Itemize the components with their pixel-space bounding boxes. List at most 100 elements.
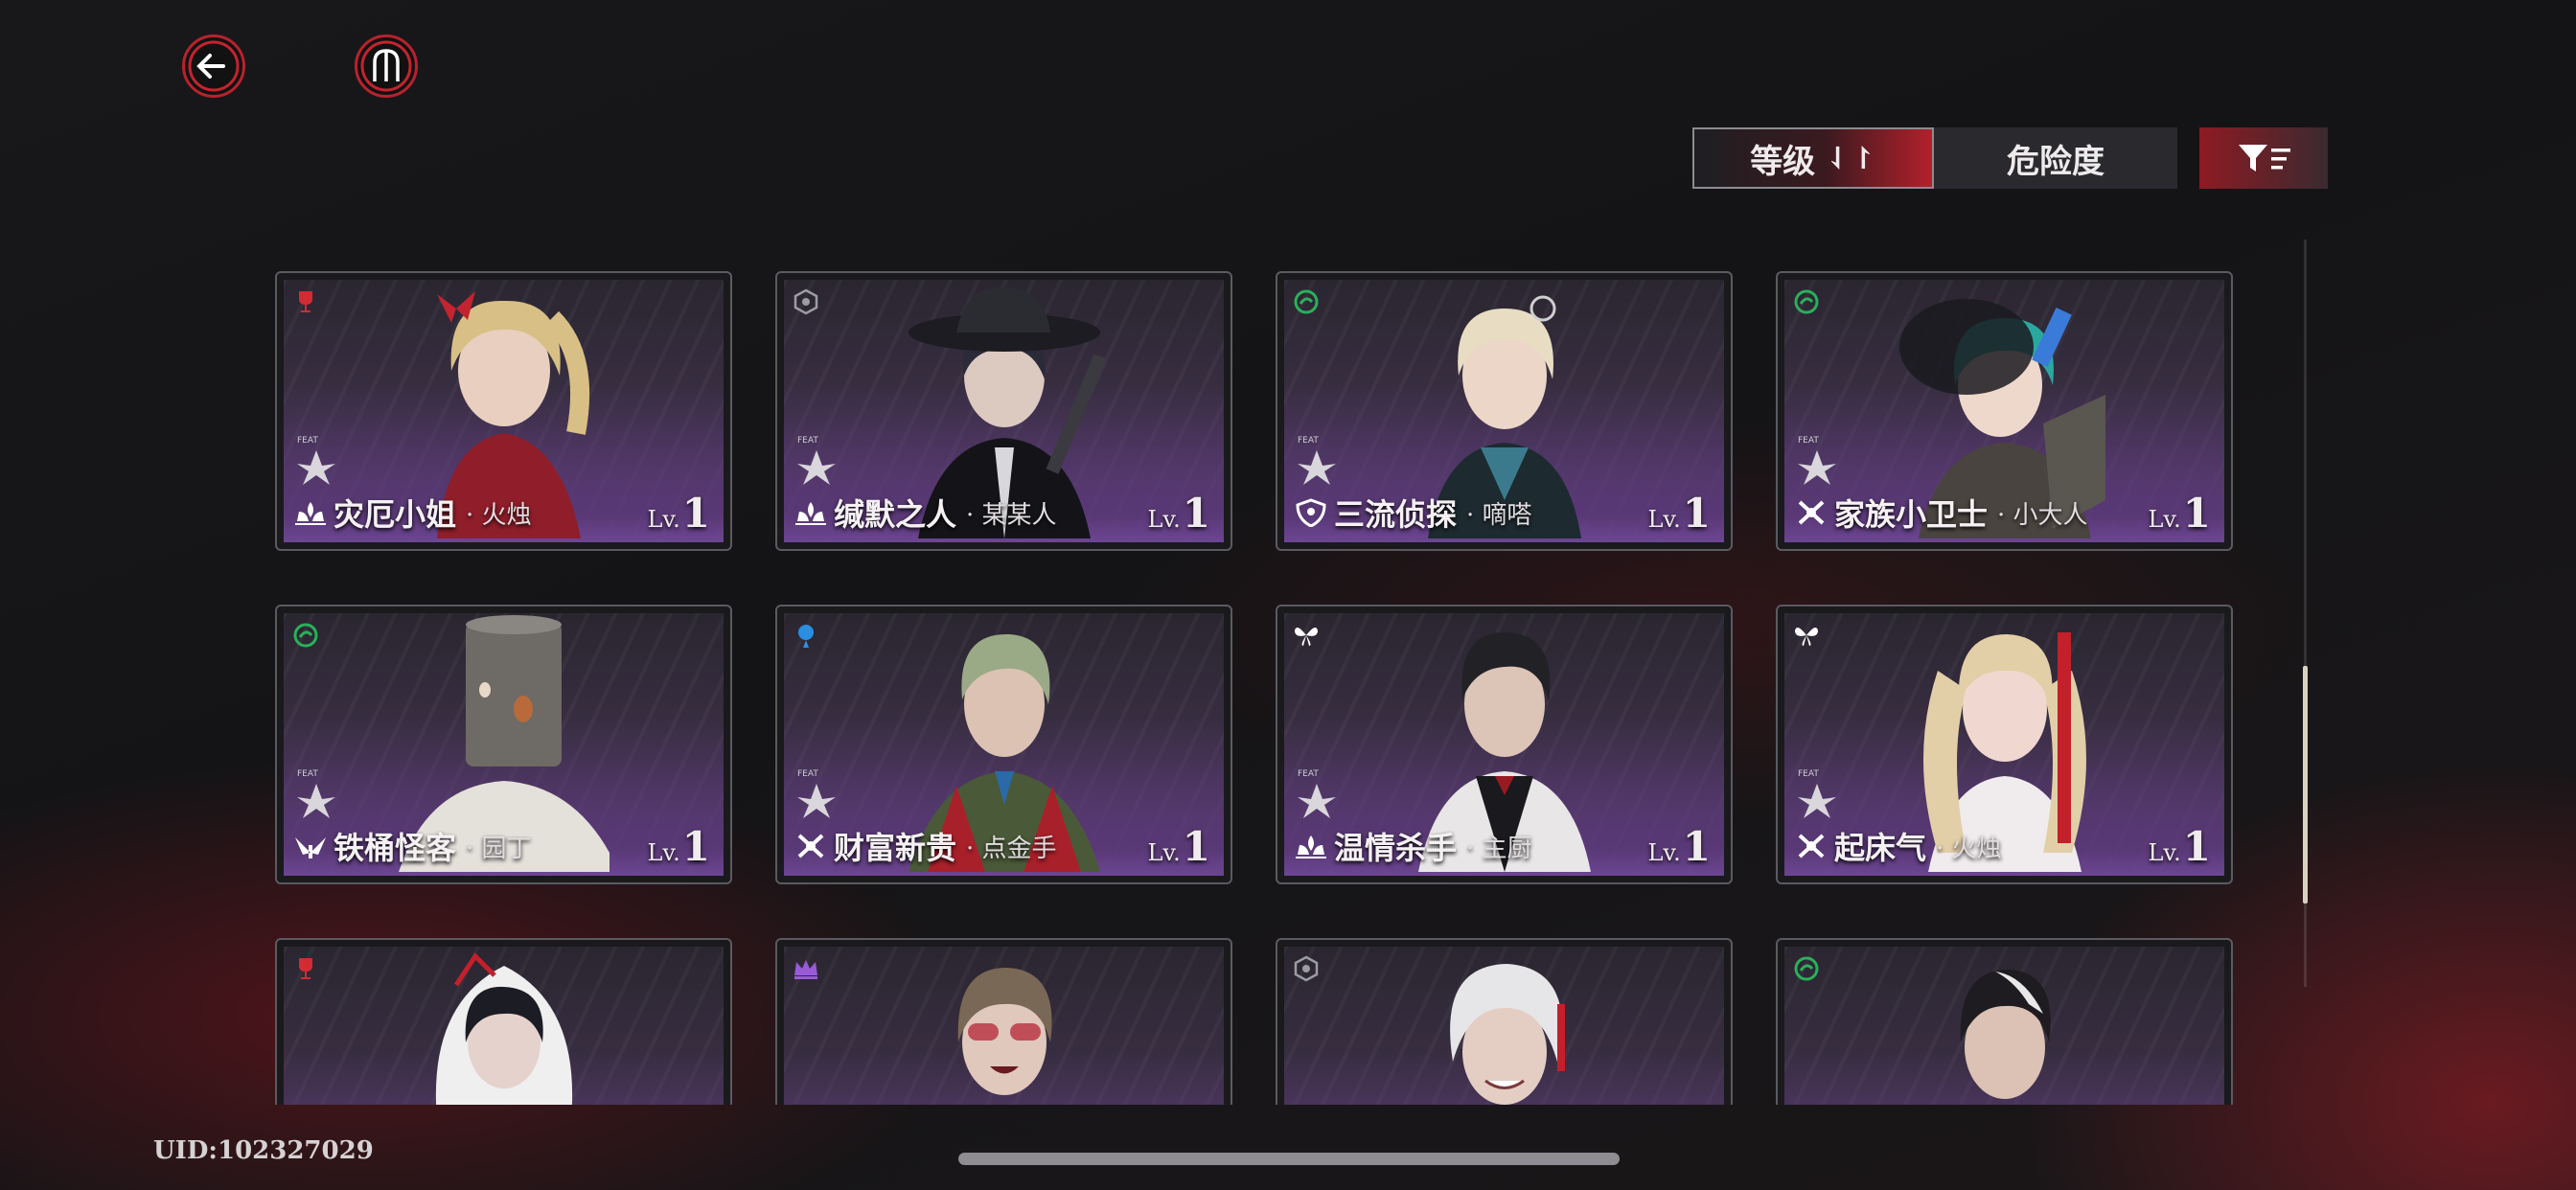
card-art xyxy=(1284,947,1724,1105)
feat-emblem-icon: FEAT xyxy=(297,436,335,485)
character-name: 三流侦探 xyxy=(1334,496,1458,533)
feat-emblem-icon: FEAT xyxy=(297,769,335,818)
crossed-blades-icon xyxy=(1798,500,1825,525)
crossed-blades-icon xyxy=(1798,834,1825,858)
scrollbar-thumb[interactable] xyxy=(2303,666,2308,904)
crossed-blades-icon xyxy=(797,834,824,858)
sort-direction-icon: ⇃↾ xyxy=(1825,140,1876,176)
character-name: 财富新贵 xyxy=(834,830,957,866)
red-goblet-icon xyxy=(299,958,312,979)
svg-text:FEAT: FEAT xyxy=(797,436,818,446)
white-butterfly-icon xyxy=(1795,627,1818,646)
sort-tabs: 等级 ⇃↾ 危险度 xyxy=(1692,127,2177,189)
card-art xyxy=(784,947,1224,1105)
character-level: Lv.1 xyxy=(1647,490,1711,537)
svg-text:FEAT: FEAT xyxy=(1298,436,1319,446)
flame-lotus-icon xyxy=(795,502,826,525)
feat-emblem-icon: FEAT xyxy=(1798,769,1836,818)
character-level: Lv.1 xyxy=(1147,823,1210,870)
character-name: 温情杀手 xyxy=(1334,830,1458,866)
menu-button[interactable] xyxy=(355,34,418,98)
card-art: FEAT 家族小卫士 · 小大人 Lv.1 xyxy=(1784,280,2224,542)
character-name: 铁桶怪客 xyxy=(334,830,457,866)
back-arrow-icon xyxy=(188,40,240,92)
feat-emblem-icon: FEAT xyxy=(1798,436,1836,485)
character-card[interactable]: FEAT 缄默之人 · 某某人 Lv.1 xyxy=(775,271,1232,551)
sort-by-level-button[interactable]: 等级 ⇃↾ xyxy=(1692,127,1934,189)
card-art xyxy=(1784,947,2224,1105)
card-art: FEAT 起床气 · 火烛 Lv.1 xyxy=(1784,613,2224,876)
character-card[interactable] xyxy=(275,938,732,1105)
character-portrait xyxy=(1450,964,1565,1105)
character-card[interactable]: FEAT 温情杀手 · 主厨 Lv.1 xyxy=(1276,605,1733,884)
flame-lotus-icon xyxy=(1296,835,1326,858)
feat-emblem-icon: FEAT xyxy=(797,769,836,818)
character-name: 起床气 xyxy=(1834,830,1927,866)
character-card[interactable]: FEAT 财富新贵 · 点金手 Lv.1 xyxy=(775,605,1232,884)
character-title: · 火烛 xyxy=(1936,834,2002,863)
card-art: FEAT 三流侦探 · 嘀嗒 Lv.1 xyxy=(1284,280,1724,542)
feat-emblem-icon: FEAT xyxy=(1298,769,1336,818)
character-level: Lv.1 xyxy=(1147,490,1210,537)
character-level: Lv.1 xyxy=(2148,823,2211,870)
green-swirl-icon xyxy=(1794,289,1819,314)
blue-orb-icon xyxy=(798,625,814,648)
user-id-label: UID:102327029 xyxy=(153,1136,374,1165)
grey-badge-icon xyxy=(794,288,818,315)
card-art: FEAT 缄默之人 · 某某人 Lv.1 xyxy=(784,280,1224,542)
home-indicator[interactable] xyxy=(958,1153,1620,1165)
character-grid[interactable]: FEAT 灾厄小姐 · 火烛 Lv.1 FEAT 缄默之人 · 某某人 Lv.1… xyxy=(275,271,2234,1105)
character-portrait xyxy=(1960,970,2051,1099)
shield-face-icon xyxy=(1296,498,1326,527)
character-level: Lv.1 xyxy=(647,490,710,537)
card-art: FEAT 灾厄小姐 · 火烛 Lv.1 xyxy=(284,280,724,542)
character-title: · 小大人 xyxy=(1997,500,2088,530)
character-card[interactable]: FEAT 铁桶怪客 · 园丁 Lv.1 xyxy=(275,605,732,884)
red-goblet-icon xyxy=(299,291,312,312)
card-art: FEAT 温情杀手 · 主厨 Lv.1 xyxy=(1284,613,1724,876)
sort-danger-label: 危险度 xyxy=(2007,142,2104,181)
feat-emblem-icon: FEAT xyxy=(1298,436,1336,485)
purple-crown-icon xyxy=(794,960,817,979)
svg-text:FEAT: FEAT xyxy=(797,769,818,779)
grey-badge-icon xyxy=(1294,955,1319,982)
green-swirl-icon xyxy=(1794,956,1819,981)
trident-menu-icon xyxy=(360,40,412,92)
character-title: · 主厨 xyxy=(1466,834,1532,863)
character-level: Lv.1 xyxy=(2148,490,2211,537)
filter-list-icon xyxy=(2239,145,2290,172)
character-card[interactable] xyxy=(1776,938,2233,1105)
character-title: · 火烛 xyxy=(466,500,532,530)
back-button[interactable] xyxy=(182,34,245,98)
svg-text:FEAT: FEAT xyxy=(297,436,318,446)
card-art: FEAT 铁桶怪客 · 园丁 Lv.1 xyxy=(284,613,724,876)
card-art: FEAT 财富新贵 · 点金手 Lv.1 xyxy=(784,613,1224,876)
sort-level-label: 等级 xyxy=(1750,142,1816,181)
character-title: · 点金手 xyxy=(966,834,1057,863)
flame-lotus-icon xyxy=(295,502,326,525)
character-card[interactable] xyxy=(775,938,1232,1105)
character-title: · 某某人 xyxy=(966,500,1057,530)
green-swirl-icon xyxy=(293,623,318,648)
card-art xyxy=(284,947,724,1105)
svg-text:FEAT: FEAT xyxy=(1298,769,1319,779)
character-card[interactable] xyxy=(1276,938,1733,1105)
character-name: 家族小卫士 xyxy=(1834,496,1989,533)
character-level: Lv.1 xyxy=(1647,823,1711,870)
green-swirl-icon xyxy=(1294,289,1319,314)
feat-emblem-icon: FEAT xyxy=(797,436,836,485)
svg-text:FEAT: FEAT xyxy=(297,769,318,779)
filter-button[interactable] xyxy=(2199,127,2328,189)
character-card[interactable]: FEAT 起床气 · 火烛 Lv.1 xyxy=(1776,605,2233,884)
white-butterfly-icon xyxy=(1295,627,1318,646)
svg-text:FEAT: FEAT xyxy=(1798,436,1819,446)
character-card[interactable]: FEAT 灾厄小姐 · 火烛 Lv.1 xyxy=(275,271,732,551)
character-card[interactable]: FEAT 三流侦探 · 嘀嗒 Lv.1 xyxy=(1276,271,1733,551)
character-title: · 园丁 xyxy=(466,834,532,863)
character-portrait xyxy=(957,968,1052,1095)
wings-icon xyxy=(295,837,326,858)
character-name: 缄默之人 xyxy=(834,496,957,533)
sort-by-danger-button[interactable]: 危险度 xyxy=(1934,127,2177,189)
character-card[interactable]: FEAT 家族小卫士 · 小大人 Lv.1 xyxy=(1776,271,2233,551)
character-name: 灾厄小姐 xyxy=(334,496,457,533)
